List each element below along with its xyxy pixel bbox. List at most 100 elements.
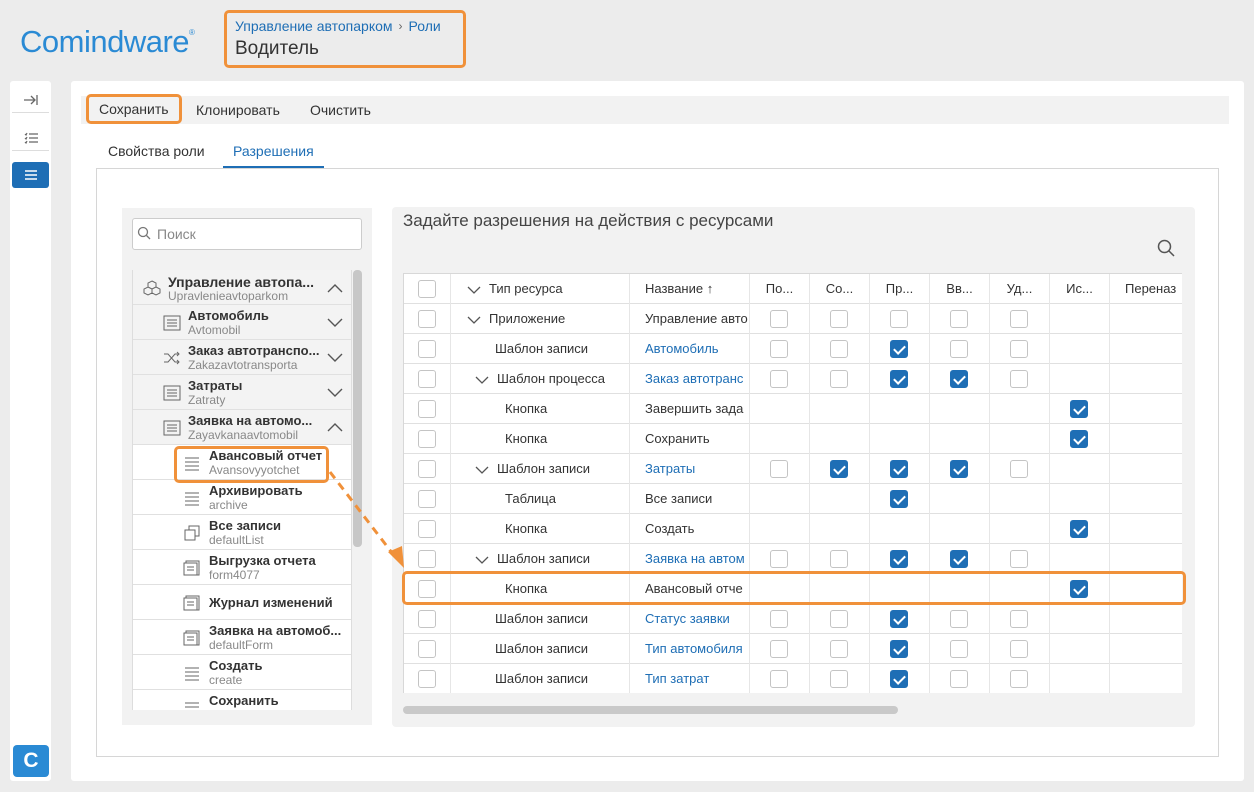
- save-button[interactable]: Сохранить: [86, 94, 182, 124]
- row-select-checkbox[interactable]: [418, 430, 436, 448]
- resource-name[interactable]: Заявка на автом: [630, 544, 750, 574]
- menu-list-icon[interactable]: [12, 162, 49, 188]
- grid-row[interactable]: Шаблон записи Заявка на автом: [404, 544, 1182, 574]
- grid-row[interactable]: Приложение Управление авто: [404, 304, 1182, 334]
- perm-checkbox-view[interactable]: [770, 640, 788, 658]
- perm-checkbox-input[interactable]: [950, 370, 968, 388]
- perm-checkbox-input[interactable]: [950, 310, 968, 328]
- tree-node-zakaz[interactable]: Заказ автотранспо... Zakazavtotransporta: [133, 340, 351, 375]
- perm-checkbox-create[interactable]: [830, 670, 848, 688]
- header-col-view2[interactable]: Пр...: [870, 274, 930, 304]
- grid-row[interactable]: Шаблон процесса Заказ автотранс: [404, 364, 1182, 394]
- perm-checkbox-delete[interactable]: [1010, 640, 1028, 658]
- expand-rail-icon[interactable]: [12, 87, 49, 113]
- perm-checkbox-input[interactable]: [950, 610, 968, 628]
- chevron-down-icon[interactable]: [467, 285, 481, 295]
- perm-checkbox-execute[interactable]: [1070, 400, 1088, 418]
- perm-checkbox-view2[interactable]: [890, 550, 908, 568]
- perm-checkbox-view2[interactable]: [890, 310, 908, 328]
- clone-button[interactable]: Клонировать: [196, 96, 280, 124]
- resource-name[interactable]: Заказ автотранс: [630, 364, 750, 394]
- perm-checkbox-view2[interactable]: [890, 490, 908, 508]
- grid-horizontal-scrollbar[interactable]: [403, 706, 898, 714]
- tab-role-properties[interactable]: Свойства роли: [98, 140, 215, 168]
- search-icon[interactable]: [1157, 239, 1175, 257]
- header-col-reassign[interactable]: Переназ: [1110, 274, 1182, 304]
- tree-node-default-form[interactable]: Заявка на автомоб... defaultForm: [133, 620, 351, 655]
- chevron-down-icon[interactable]: [327, 318, 343, 328]
- tree-node-avtomobil[interactable]: Автомобиль Avtomobil: [133, 305, 351, 340]
- search-input[interactable]: Поиск: [132, 218, 362, 250]
- perm-checkbox-create[interactable]: [830, 340, 848, 358]
- tab-permissions[interactable]: Разрешения: [223, 140, 324, 168]
- perm-checkbox-view[interactable]: [770, 370, 788, 388]
- perm-checkbox-execute[interactable]: [1070, 430, 1088, 448]
- tree-node-app[interactable]: Управление автопа... Upravlenieavtoparko…: [133, 270, 351, 305]
- grid-row[interactable]: Кнопка Завершить зада: [404, 394, 1182, 424]
- resource-name[interactable]: Затраты: [630, 454, 750, 484]
- resource-name[interactable]: Статус заявки: [630, 604, 750, 634]
- select-all-checkbox[interactable]: [418, 280, 436, 298]
- perm-checkbox-view[interactable]: [770, 310, 788, 328]
- chevron-up-icon[interactable]: [327, 283, 343, 293]
- chevron-down-icon[interactable]: [467, 315, 481, 325]
- row-select-checkbox[interactable]: [418, 370, 436, 388]
- tree-node-save[interactable]: Сохранить: [133, 690, 351, 710]
- perm-checkbox-view[interactable]: [770, 610, 788, 628]
- perm-checkbox-delete[interactable]: [1010, 610, 1028, 628]
- perm-checkbox-input[interactable]: [950, 640, 968, 658]
- perm-checkbox-create[interactable]: [830, 370, 848, 388]
- grid-row[interactable]: Шаблон записи Тип затрат: [404, 664, 1182, 693]
- row-select-checkbox[interactable]: [418, 310, 436, 328]
- tree-node-export-report[interactable]: Выгрузка отчета form4077: [133, 550, 351, 585]
- perm-checkbox-delete[interactable]: [1010, 370, 1028, 388]
- perm-checkbox-create[interactable]: [830, 310, 848, 328]
- tree-node-archive[interactable]: Архивировать archive: [133, 480, 351, 515]
- grid-row[interactable]: Шаблон записи Статус заявки: [404, 604, 1182, 634]
- row-select-checkbox[interactable]: [418, 340, 436, 358]
- header-col-execute[interactable]: Ис...: [1050, 274, 1110, 304]
- perm-checkbox-view2[interactable]: [890, 370, 908, 388]
- perm-checkbox-create[interactable]: [830, 460, 848, 478]
- tree-node-create[interactable]: Создать create: [133, 655, 351, 690]
- checklist-icon[interactable]: [12, 125, 49, 151]
- resource-name[interactable]: Тип затрат: [630, 664, 750, 693]
- perm-checkbox-view2[interactable]: [890, 640, 908, 658]
- tree-node-zayavka[interactable]: Заявка на автомо... Zayavkanaavtomobil: [133, 410, 351, 445]
- perm-checkbox-delete[interactable]: [1010, 460, 1028, 478]
- perm-checkbox-execute[interactable]: [1070, 520, 1088, 538]
- tree-node-all-records[interactable]: Все записи defaultList: [133, 515, 351, 550]
- perm-checkbox-view2[interactable]: [890, 610, 908, 628]
- perm-checkbox-create[interactable]: [830, 610, 848, 628]
- header-col-view[interactable]: По...: [750, 274, 810, 304]
- chevron-down-icon[interactable]: [327, 388, 343, 398]
- perm-checkbox-create[interactable]: [830, 550, 848, 568]
- clear-button[interactable]: Очистить: [310, 96, 371, 124]
- row-select-checkbox[interactable]: [418, 490, 436, 508]
- perm-checkbox-view[interactable]: [770, 670, 788, 688]
- perm-checkbox-input[interactable]: [950, 670, 968, 688]
- row-select-checkbox[interactable]: [418, 400, 436, 418]
- resource-name[interactable]: Тип автомобиля: [630, 634, 750, 664]
- row-select-checkbox[interactable]: [418, 670, 436, 688]
- grid-row[interactable]: Шаблон записи Затраты: [404, 454, 1182, 484]
- app-c-icon[interactable]: C: [13, 745, 49, 777]
- header-col-create[interactable]: Со...: [810, 274, 870, 304]
- perm-checkbox-delete[interactable]: [1010, 310, 1028, 328]
- grid-row[interactable]: Шаблон записи Автомобиль: [404, 334, 1182, 364]
- perm-checkbox-delete[interactable]: [1010, 670, 1028, 688]
- grid-row[interactable]: Шаблон записи Тип автомобиля: [404, 634, 1182, 664]
- perm-checkbox-delete[interactable]: [1010, 550, 1028, 568]
- perm-checkbox-view2[interactable]: [890, 670, 908, 688]
- tree-node-history[interactable]: Журнал изменений: [133, 585, 351, 620]
- perm-checkbox-create[interactable]: [830, 640, 848, 658]
- header-col-delete[interactable]: Уд...: [990, 274, 1050, 304]
- perm-checkbox-input[interactable]: [950, 340, 968, 358]
- perm-checkbox-view[interactable]: [770, 340, 788, 358]
- chevron-down-icon[interactable]: [475, 465, 489, 475]
- perm-checkbox-view[interactable]: [770, 460, 788, 478]
- chevron-down-icon[interactable]: [327, 353, 343, 363]
- grid-row[interactable]: Кнопка Сохранить: [404, 424, 1182, 454]
- chevron-down-icon[interactable]: [475, 555, 489, 565]
- row-select-checkbox[interactable]: [418, 550, 436, 568]
